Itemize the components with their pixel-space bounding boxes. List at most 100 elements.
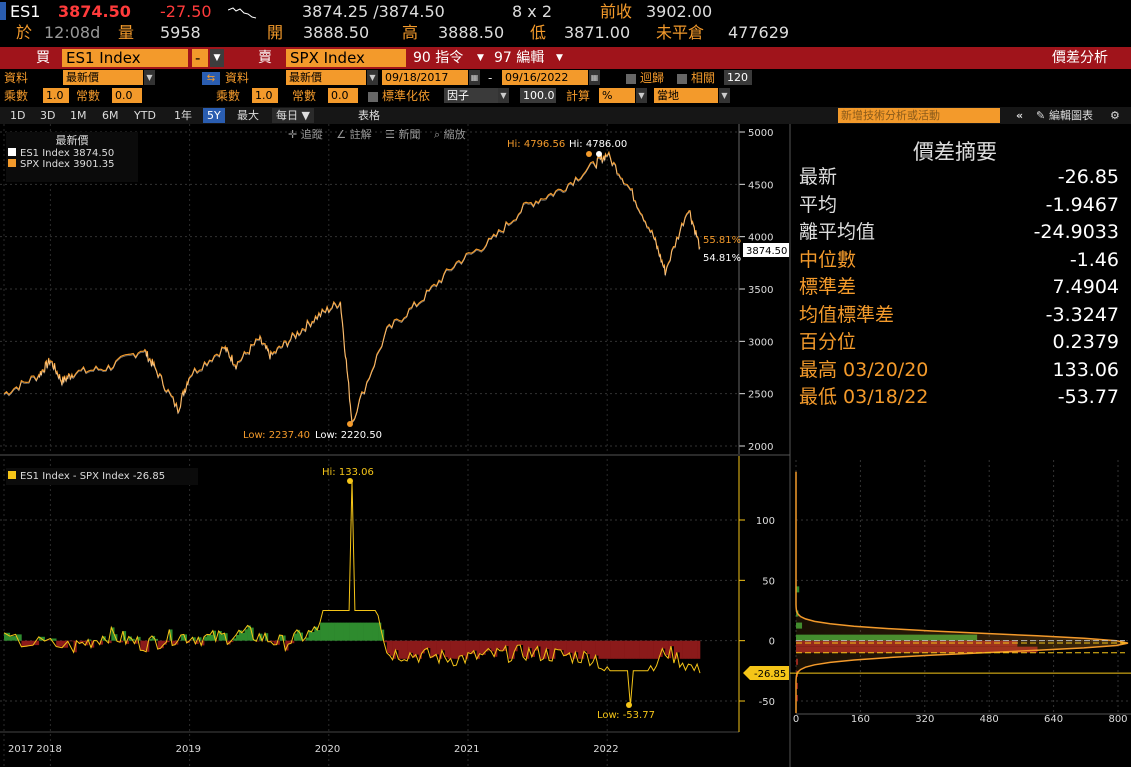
tab-6m[interactable]: 6M xyxy=(98,108,123,123)
edit-chart-button[interactable]: 編輯圖表 xyxy=(1045,108,1097,123)
spread-fill-segment xyxy=(546,640,550,650)
tab-max[interactable]: 最大 xyxy=(233,108,263,123)
operator-dropdown-icon[interactable]: ▼ xyxy=(210,49,224,67)
spread-fill-segment xyxy=(294,633,298,641)
tab-ytd[interactable]: YTD xyxy=(130,108,160,123)
start-date-calendar-icon[interactable]: ▦ xyxy=(469,70,480,85)
operator-select[interactable]: - xyxy=(192,49,208,67)
sparkline-icon xyxy=(228,7,257,19)
track-button[interactable]: 追蹤 xyxy=(301,128,323,141)
tab-3d[interactable]: 3D xyxy=(36,108,59,123)
hist-tick-label: 800 xyxy=(1108,714,1127,725)
legend-title: 最新價 xyxy=(55,134,89,147)
tab-1y[interactable]: 1年 xyxy=(170,108,196,123)
period-tabs: 1D 3D 1M 6M YTD 1年 5Y 最大 每日 ▼ 表格 新增技術分析或… xyxy=(0,107,1131,124)
spread-fill-segment xyxy=(349,622,353,641)
spread-fill-segment xyxy=(691,640,695,659)
quote-time: 12:08d xyxy=(44,23,101,42)
data-field-1[interactable]: 最新價 xyxy=(63,70,143,85)
calc-select[interactable]: % xyxy=(599,88,635,103)
calc-dropdown-icon[interactable]: ▼ xyxy=(636,88,647,103)
tab-1m[interactable]: 1M xyxy=(66,108,91,123)
summary-title: 價差摘要 xyxy=(913,140,997,164)
timezone-dropdown-icon[interactable]: ▼ xyxy=(719,88,730,103)
buy-security-input[interactable]: ES1 Index xyxy=(62,49,188,67)
price-tick-label: 4500 xyxy=(748,180,773,191)
legend-swatch-spx xyxy=(8,159,16,167)
commands-menu[interactable]: 90 指令 xyxy=(413,49,463,67)
hist-tick-label: 320 xyxy=(915,714,934,725)
timezone-select[interactable]: 當地 xyxy=(654,88,718,103)
zoom-icon[interactable]: ⌕ xyxy=(434,128,440,141)
normalize-dropdown-icon[interactable]: ▼ xyxy=(498,88,509,103)
spread-fill-segment xyxy=(578,640,582,659)
constant-input-2[interactable]: 0.0 xyxy=(328,88,358,103)
volume-label: 量 xyxy=(118,23,135,42)
end-date-calendar-icon[interactable]: ▦ xyxy=(589,70,600,85)
bid-ask-size: 8 x 2 xyxy=(512,2,552,21)
end-date-input[interactable]: 09/16/2022 xyxy=(502,70,588,85)
correlation-label: 相關 xyxy=(691,71,716,85)
news-button[interactable]: 新聞 xyxy=(398,128,420,141)
spread-fill-segment xyxy=(569,640,573,653)
summary-label: 均值標準差 xyxy=(799,303,895,326)
price-legend: 最新價 ES1 Index 3874.50 SPX Index 3901.35 xyxy=(6,132,138,182)
collapse-icon[interactable]: « xyxy=(1012,108,1027,123)
summary-row: 百分位 0.2379 xyxy=(799,329,1119,356)
spread-fill-segment xyxy=(598,640,602,659)
spread-fill-segment xyxy=(9,636,16,641)
year-label: 2017 xyxy=(8,744,33,755)
data-field-2-dropdown-icon[interactable]: ▼ xyxy=(367,70,378,85)
constant-input-1[interactable]: 0.0 xyxy=(112,88,142,103)
edit-dropdown-icon[interactable]: ▼ xyxy=(556,49,563,67)
frequency-select[interactable]: 每日 ▼ xyxy=(272,108,314,123)
multiplier-input-1[interactable]: 1.0 xyxy=(43,88,69,103)
annotate-button[interactable]: 註解 xyxy=(350,128,372,141)
spread-fill-segment xyxy=(386,640,390,653)
legend-spread[interactable]: ES1 Index - SPX Index -26.85 xyxy=(20,471,165,482)
legend-es1[interactable]: ES1 Index 3874.50 xyxy=(20,148,114,159)
add-study-input[interactable]: 新增技術分析或活動 xyxy=(838,108,1000,123)
density-curve xyxy=(795,471,1129,714)
year-label: 2020 xyxy=(315,744,340,755)
correlation-checkbox[interactable] xyxy=(677,74,687,84)
tab-5y[interactable]: 5Y xyxy=(203,108,225,123)
regression-checkbox[interactable] xyxy=(626,74,636,84)
normalize-checkbox[interactable] xyxy=(368,92,378,102)
low-price: 3871.00 xyxy=(564,23,631,42)
swap-icon[interactable]: ⇆ xyxy=(202,72,220,85)
normalize-method-select[interactable]: 因子 xyxy=(444,88,498,103)
table-button[interactable]: 表格 xyxy=(354,108,384,123)
summary-value: 0.2379 xyxy=(1052,331,1119,353)
commands-dropdown-icon[interactable]: ▼ xyxy=(477,49,484,67)
start-date-input[interactable]: 09/18/2017 xyxy=(382,70,468,85)
quote-header: ES1 3874.50 -27.50 3874.25 /3874.50 8 x … xyxy=(0,0,1131,47)
high-marker-es xyxy=(596,151,602,157)
sell-security-input[interactable]: SPX Index xyxy=(286,49,406,67)
spread-fill-segment xyxy=(236,635,240,641)
multiplier-input-2[interactable]: 1.0 xyxy=(252,88,278,103)
spread-fill-segment xyxy=(389,640,393,656)
hist-tick-label: 0 xyxy=(793,714,799,725)
crosshair-icon[interactable]: ✛ xyxy=(288,128,297,141)
spread-fill-segment xyxy=(508,640,512,659)
spread-fill-segment xyxy=(647,640,651,659)
spread-fill-segment xyxy=(555,640,559,649)
buy-label: 買 xyxy=(36,50,50,66)
gear-icon[interactable]: ⚙ xyxy=(1106,108,1124,123)
spread-fill-segment xyxy=(450,640,454,659)
normalize-factor-input[interactable]: 100.0 xyxy=(520,88,556,103)
data-field-1-dropdown-icon[interactable]: ▼ xyxy=(144,70,155,85)
edit-menu[interactable]: 97 編輯 xyxy=(494,49,544,67)
spread-fill-segment xyxy=(589,640,593,659)
legend-spx[interactable]: SPX Index 3901.35 xyxy=(20,159,114,170)
zoom-button[interactable]: 縮放 xyxy=(444,128,466,141)
hist-tick-label: 160 xyxy=(851,714,870,725)
spread-fill-segment xyxy=(459,640,463,657)
annotate-icon[interactable]: ∠ xyxy=(336,128,346,141)
tab-1d[interactable]: 1D xyxy=(6,108,29,123)
ticker[interactable]: ES1 xyxy=(10,3,40,21)
data-field-2[interactable]: 最新價 xyxy=(286,70,366,85)
correlation-window-input[interactable]: 120 xyxy=(724,70,752,85)
news-icon[interactable]: ☰ xyxy=(385,128,395,141)
